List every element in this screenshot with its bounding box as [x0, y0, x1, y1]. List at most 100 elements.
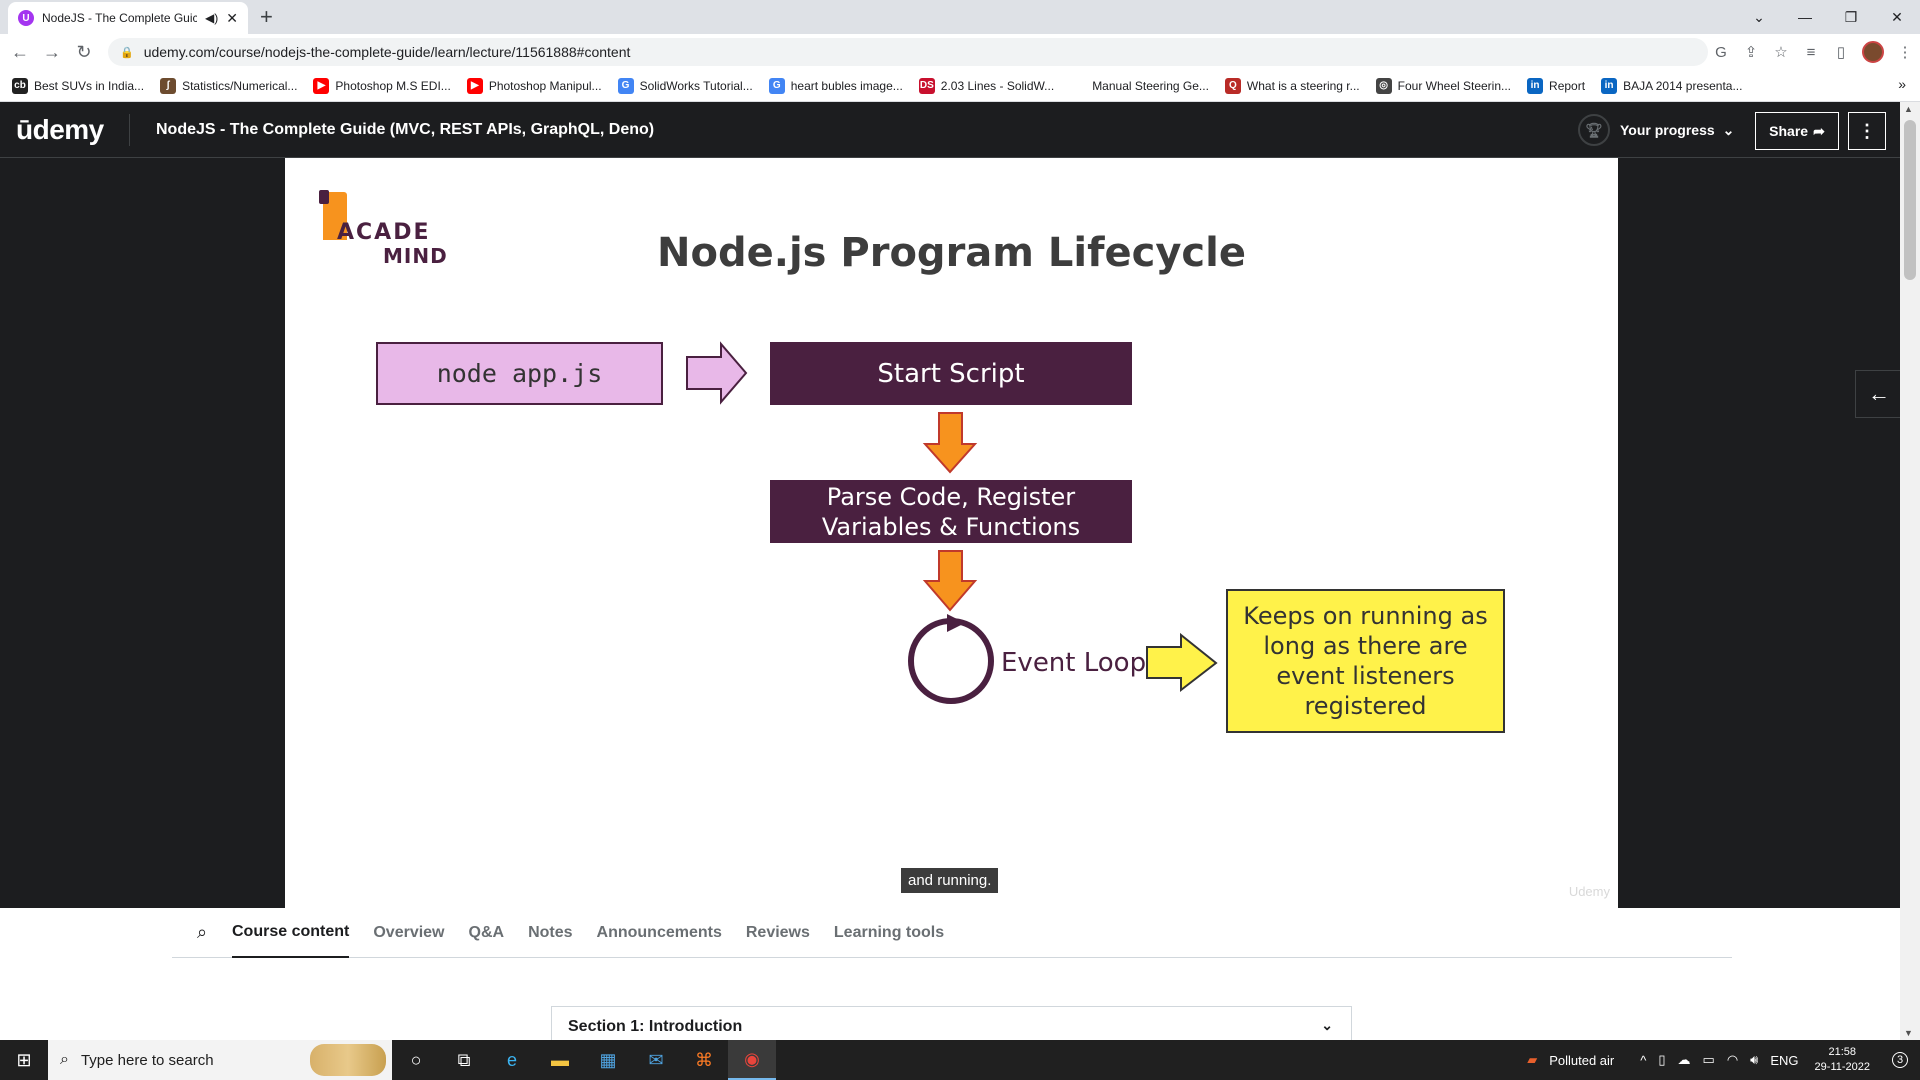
bookmark-favicon-icon: cb	[12, 77, 28, 94]
keeps-line-1: Keeps on running as	[1243, 602, 1488, 630]
new-tab-button[interactable]: +	[260, 4, 273, 30]
edge-icon[interactable]: e	[488, 1040, 536, 1080]
bookmarks-overflow-icon[interactable]: »	[1898, 76, 1906, 92]
scroll-down-icon[interactable]: ▼	[1904, 1028, 1913, 1038]
language-indicator[interactable]: ENG	[1770, 1053, 1798, 1068]
tab-q-a[interactable]: Q&A	[469, 908, 505, 958]
bookmark-item[interactable]: ▶ Photoshop Manipul...	[466, 77, 602, 94]
bookmark-item[interactable]: DS 2.03 Lines - SolidW...	[918, 77, 1055, 94]
notification-count: 3	[1892, 1052, 1908, 1068]
url-omnibox[interactable]: 🔒 udemy.com/course/nodejs-the-complete-g…	[108, 38, 1708, 66]
search-icon[interactable]: ⌕	[172, 922, 232, 943]
tab-reviews[interactable]: Reviews	[746, 908, 810, 958]
video-player[interactable]: ACADE MIND Node.js Program Lifecycle nod…	[0, 158, 1903, 908]
url-text: udemy.com/course/nodejs-the-complete-gui…	[143, 44, 631, 60]
clock-time: 21:58	[1828, 1046, 1857, 1058]
bookmark-favicon-icon: in	[1601, 77, 1618, 94]
windows-start-icon[interactable]: ⊞	[0, 1040, 48, 1080]
chrome-icon[interactable]: ◉	[728, 1040, 776, 1080]
restore-button[interactable]: ❐	[1828, 0, 1874, 34]
back-arrow-icon[interactable]: ←	[8, 40, 32, 64]
bookmark-favicon-icon: ʃ	[160, 77, 177, 94]
bookmark-favicon-icon: in	[1527, 77, 1544, 94]
mail-icon[interactable]: ✉	[632, 1040, 680, 1080]
bookmark-item[interactable]: Manual Steering Ge...	[1070, 77, 1209, 94]
udemy-logo[interactable]: ūdemy	[0, 113, 130, 146]
tray-device-icon[interactable]: ▯	[1658, 1052, 1665, 1068]
bookmark-label: heart bubles image...	[790, 78, 903, 93]
windows-taskbar: ⊞ ⌕ Type here to search ○ ⧉ e ▬ ▦ ✉ ⌘ ◉ …	[0, 1040, 1920, 1080]
file-explorer-icon[interactable]: ▬	[536, 1040, 584, 1080]
minimize-button[interactable]: —	[1782, 0, 1828, 34]
bookmark-item[interactable]: in Report	[1527, 77, 1585, 94]
share-label: Share	[1769, 123, 1809, 139]
google-translate-icon[interactable]: G	[1706, 44, 1736, 61]
wifi-icon[interactable]: ◠	[1727, 1052, 1738, 1068]
tab-announcements[interactable]: Announcements	[597, 908, 722, 958]
tab-close-icon[interactable]: ✕	[226, 10, 238, 27]
course-title[interactable]: NodeJS - The Complete Guide (MVC, REST A…	[156, 121, 654, 139]
side-panel-icon[interactable]: ▯	[1826, 43, 1856, 61]
bookmark-item[interactable]: ▶ Photoshop M.S EDI...	[313, 77, 451, 94]
reading-list-icon[interactable]: ≡	[1796, 44, 1826, 61]
progress-dropdown[interactable]: 🏆︎ Your progress ⌄	[1578, 114, 1734, 146]
address-bar-row: ← → ↻ 🔒 udemy.com/course/nodejs-the-comp…	[0, 34, 1920, 70]
bookmark-star-icon[interactable]: ☆	[1766, 43, 1796, 61]
tab-search-icon[interactable]: ⌄	[1736, 0, 1782, 34]
course-sidebar-toggle-arrow-icon[interactable]: ←	[1855, 370, 1903, 418]
page-scrollbar[interactable]: ▲ ▼	[1900, 102, 1920, 1040]
store-icon[interactable]: ▦	[584, 1040, 632, 1080]
speaker-icon[interactable]: ◀)	[205, 11, 218, 25]
browser-tab[interactable]: U NodeJS - The Complete Guic ◀) ✕	[8, 2, 248, 34]
close-window-button[interactable]: ✕	[1874, 0, 1920, 34]
reload-icon[interactable]: ↻	[72, 40, 96, 64]
bookmark-favicon-icon: G	[617, 77, 634, 94]
bookmark-label: What is a steering r...	[1246, 78, 1360, 93]
battery-icon[interactable]: ▭	[1703, 1052, 1715, 1068]
onedrive-cloud-icon[interactable]: ☁	[1678, 1052, 1691, 1068]
forward-arrow-icon[interactable]: →	[40, 40, 64, 64]
search-highlight-image	[310, 1044, 386, 1076]
taskbar-search-box[interactable]: ⌕ Type here to search	[48, 1040, 392, 1080]
bookmark-item[interactable]: ◎ Four Wheel Steerin...	[1375, 77, 1511, 94]
pink-right-arrow	[686, 341, 748, 405]
tab-overview[interactable]: Overview	[373, 908, 444, 958]
xampp-icon[interactable]: ⌘	[680, 1040, 728, 1080]
chevron-down-icon: ⌄	[1722, 121, 1735, 138]
taskbar-clock[interactable]: 21:58 29-11-2022	[1815, 1045, 1870, 1075]
bookmark-item[interactable]: in BAJA 2014 presenta...	[1601, 77, 1743, 94]
keeps-running-box: Keeps on running as long as there are ev…	[1226, 589, 1505, 733]
cortana-icon[interactable]: ○	[392, 1040, 440, 1080]
bookmark-item[interactable]: G SolidWorks Tutorial...	[617, 77, 753, 94]
volume-icon[interactable]: 🔊︎	[1750, 1052, 1758, 1068]
task-view-icon[interactable]: ⧉	[440, 1040, 488, 1080]
udemy-header: ūdemy NodeJS - The Complete Guide (MVC, …	[0, 102, 1920, 158]
bookmark-item[interactable]: Q What is a steering r...	[1224, 77, 1360, 94]
bookmark-label: 2.03 Lines - SolidW...	[940, 78, 1055, 93]
air-quality-label[interactable]: Polluted air	[1549, 1053, 1614, 1068]
bookmark-item[interactable]: cb Best SUVs in India...	[12, 77, 144, 94]
chrome-menu-icon[interactable]: ⋮	[1890, 43, 1920, 61]
share-button[interactable]: Share ➦	[1755, 112, 1839, 150]
scroll-up-icon[interactable]: ▲	[1904, 104, 1913, 114]
bookmark-label: BAJA 2014 presenta...	[1623, 78, 1743, 93]
more-options-button[interactable]: ⋮	[1848, 112, 1886, 150]
bookmark-favicon-icon: Q	[1224, 77, 1241, 94]
notification-center-icon[interactable]: 3	[1880, 1040, 1920, 1080]
tray-expand-icon[interactable]: ^	[1640, 1053, 1646, 1068]
lecture-details-panel: ⌕ Course content Overview Q&A Notes Announce…	[0, 908, 1900, 1046]
scrollbar-thumb[interactable]	[1904, 120, 1916, 280]
tab-learning-tools[interactable]: Learning tools	[834, 908, 944, 958]
bookmark-item[interactable]: Gheart bubles image...	[768, 77, 903, 94]
bookmark-favicon-icon	[1070, 77, 1087, 94]
share-page-icon[interactable]: ⇪	[1736, 43, 1766, 61]
tab-notes[interactable]: Notes	[528, 908, 572, 958]
system-tray: ▰ Polluted air ^ ▯ ☁ ▭ ◠ 🔊︎ ENG 21:58 29…	[1521, 1040, 1920, 1080]
tab-course-content[interactable]: Course content	[232, 908, 350, 958]
bookmark-item[interactable]: ʃ Statistics/Numerical...	[160, 77, 297, 94]
profile-avatar[interactable]	[1862, 41, 1884, 63]
lecture-slide: ACADE MIND Node.js Program Lifecycle nod…	[285, 158, 1618, 908]
air-quality-icon[interactable]: ▰	[1527, 1052, 1537, 1068]
keeps-line-3: event listeners	[1276, 662, 1455, 690]
browser-toolbar-icons: G ⇪ ☆ ≡ ▯ ⋮	[1706, 34, 1920, 70]
